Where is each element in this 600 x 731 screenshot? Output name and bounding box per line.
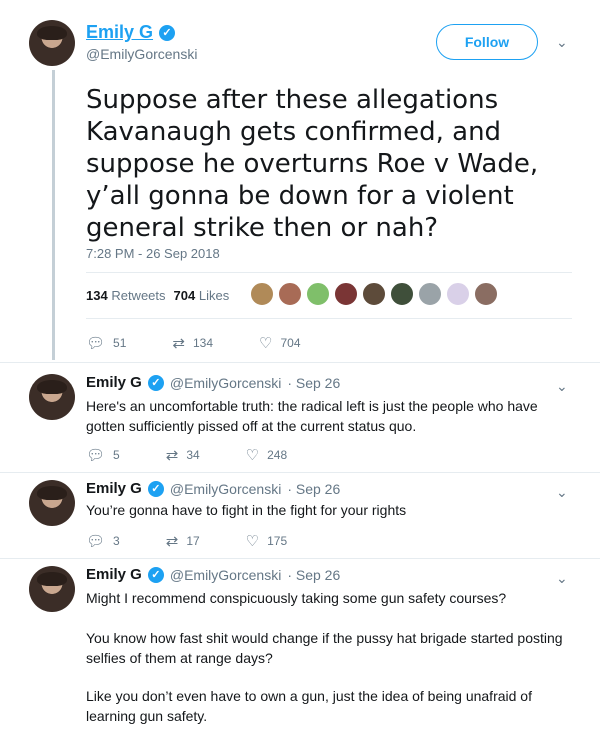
reply-button[interactable]: 💬︎ 51 (86, 334, 126, 352)
author-handle[interactable]: @EmilyGorcenski (170, 375, 281, 391)
thread-line (52, 70, 55, 360)
heart-icon: ♡ (245, 533, 260, 550)
verified-check-icon: ✓ (147, 566, 164, 583)
author-handle[interactable]: @EmilyGorcenski (170, 481, 281, 497)
chevron-down-icon[interactable]: ⌄ (556, 34, 568, 51)
likes-stat[interactable]: 704 Likes (174, 288, 230, 303)
author-name[interactable]: Emily G (86, 480, 142, 497)
author-handle[interactable]: @EmilyGorcenski (86, 46, 197, 62)
retweet-icon: ⇄ (165, 447, 179, 464)
tweet-timestamp[interactable]: 7:28 PM - 26 Sep 2018 (86, 246, 220, 261)
liker-avatar[interactable] (474, 282, 498, 306)
divider (0, 558, 600, 559)
author-name[interactable]: Emily G (86, 566, 142, 583)
heart-icon: ♡ (259, 335, 273, 352)
divider (0, 362, 600, 363)
retweet-icon: ⇄ (165, 533, 179, 550)
tweet-text: Suppose after these allegations Kavanaug… (86, 85, 539, 243)
liker-avatar[interactable] (250, 282, 274, 306)
avatar[interactable] (29, 566, 75, 612)
reply-icon: 💬︎ (86, 335, 106, 352)
tweet-date[interactable]: · Sep 26 (287, 375, 340, 391)
like-button[interactable]: ♡ 175 (246, 532, 287, 550)
reply-icon: 💬︎ (86, 533, 106, 550)
retweet-button[interactable]: ⇄ 17 (166, 532, 200, 550)
verified-check-icon: ✓ (159, 24, 176, 41)
reply-button[interactable]: 💬︎ 3 (86, 532, 120, 550)
avatar[interactable] (29, 20, 75, 66)
follow-button[interactable]: Follow (436, 24, 538, 60)
reply-author: Emily G ✓ @EmilyGorcenski · Sep 26 (86, 566, 340, 583)
main-author: Emily G ✓ (86, 22, 176, 43)
retweets-stat[interactable]: 134 Retweets (86, 288, 166, 303)
reply-text: Here's an uncomfortable truth: the radic… (86, 398, 538, 434)
reply-icon: 💬︎ (86, 447, 106, 464)
like-button[interactable]: ♡ 704 (259, 334, 300, 352)
divider (0, 472, 600, 473)
heart-icon: ♡ (245, 447, 260, 464)
retweet-icon: ⇄ (172, 335, 185, 352)
liker-avatar[interactable] (418, 282, 442, 306)
retweet-button[interactable]: ⇄ 134 (172, 334, 213, 352)
tweet-date[interactable]: · Sep 26 (287, 567, 340, 583)
retweet-button[interactable]: ⇄ 34 (166, 446, 200, 464)
main-tweet-actions: 💬︎ 51 ⇄ 134 ♡ 704 (86, 334, 301, 352)
divider (86, 272, 572, 273)
liker-avatars (250, 282, 498, 306)
verified-check-icon: ✓ (147, 374, 164, 391)
liker-avatar[interactable] (362, 282, 386, 306)
tweet-stats: 134 Retweets 704 Likes (86, 288, 229, 303)
tweet-date[interactable]: · Sep 26 (287, 481, 340, 497)
reply-paragraph: You know how fast shit would change if t… (86, 630, 563, 666)
liker-avatar[interactable] (446, 282, 470, 306)
reply-actions: 💬︎ 3 ⇄ 17 ♡ 175 (86, 532, 287, 550)
avatar[interactable] (29, 374, 75, 420)
reply-author: Emily G ✓ @EmilyGorcenski · Sep 26 (86, 374, 340, 391)
author-name[interactable]: Emily G (86, 22, 153, 43)
verified-check-icon: ✓ (147, 480, 164, 497)
liker-avatar[interactable] (306, 282, 330, 306)
chevron-down-icon[interactable]: ⌄ (556, 378, 568, 395)
liker-avatar[interactable] (278, 282, 302, 306)
reply-text: You’re gonna have to fight in the fight … (86, 502, 407, 518)
chevron-down-icon[interactable]: ⌄ (556, 570, 568, 587)
liker-avatar[interactable] (390, 282, 414, 306)
reply-paragraph: Might I recommend conspicuously taking s… (86, 590, 507, 606)
author-handle[interactable]: @EmilyGorcenski (170, 567, 281, 583)
reply-button[interactable]: 💬︎ 5 (86, 446, 120, 464)
chevron-down-icon[interactable]: ⌄ (556, 484, 568, 501)
reply-paragraph: Like you don’t even have to own a gun, j… (86, 688, 532, 724)
reply-actions: 💬︎ 5 ⇄ 34 ♡ 248 (86, 446, 287, 464)
reply-author: Emily G ✓ @EmilyGorcenski · Sep 26 (86, 480, 340, 497)
author-name[interactable]: Emily G (86, 374, 142, 391)
avatar[interactable] (29, 480, 75, 526)
divider (86, 318, 572, 319)
like-button[interactable]: ♡ 248 (246, 446, 287, 464)
liker-avatar[interactable] (334, 282, 358, 306)
